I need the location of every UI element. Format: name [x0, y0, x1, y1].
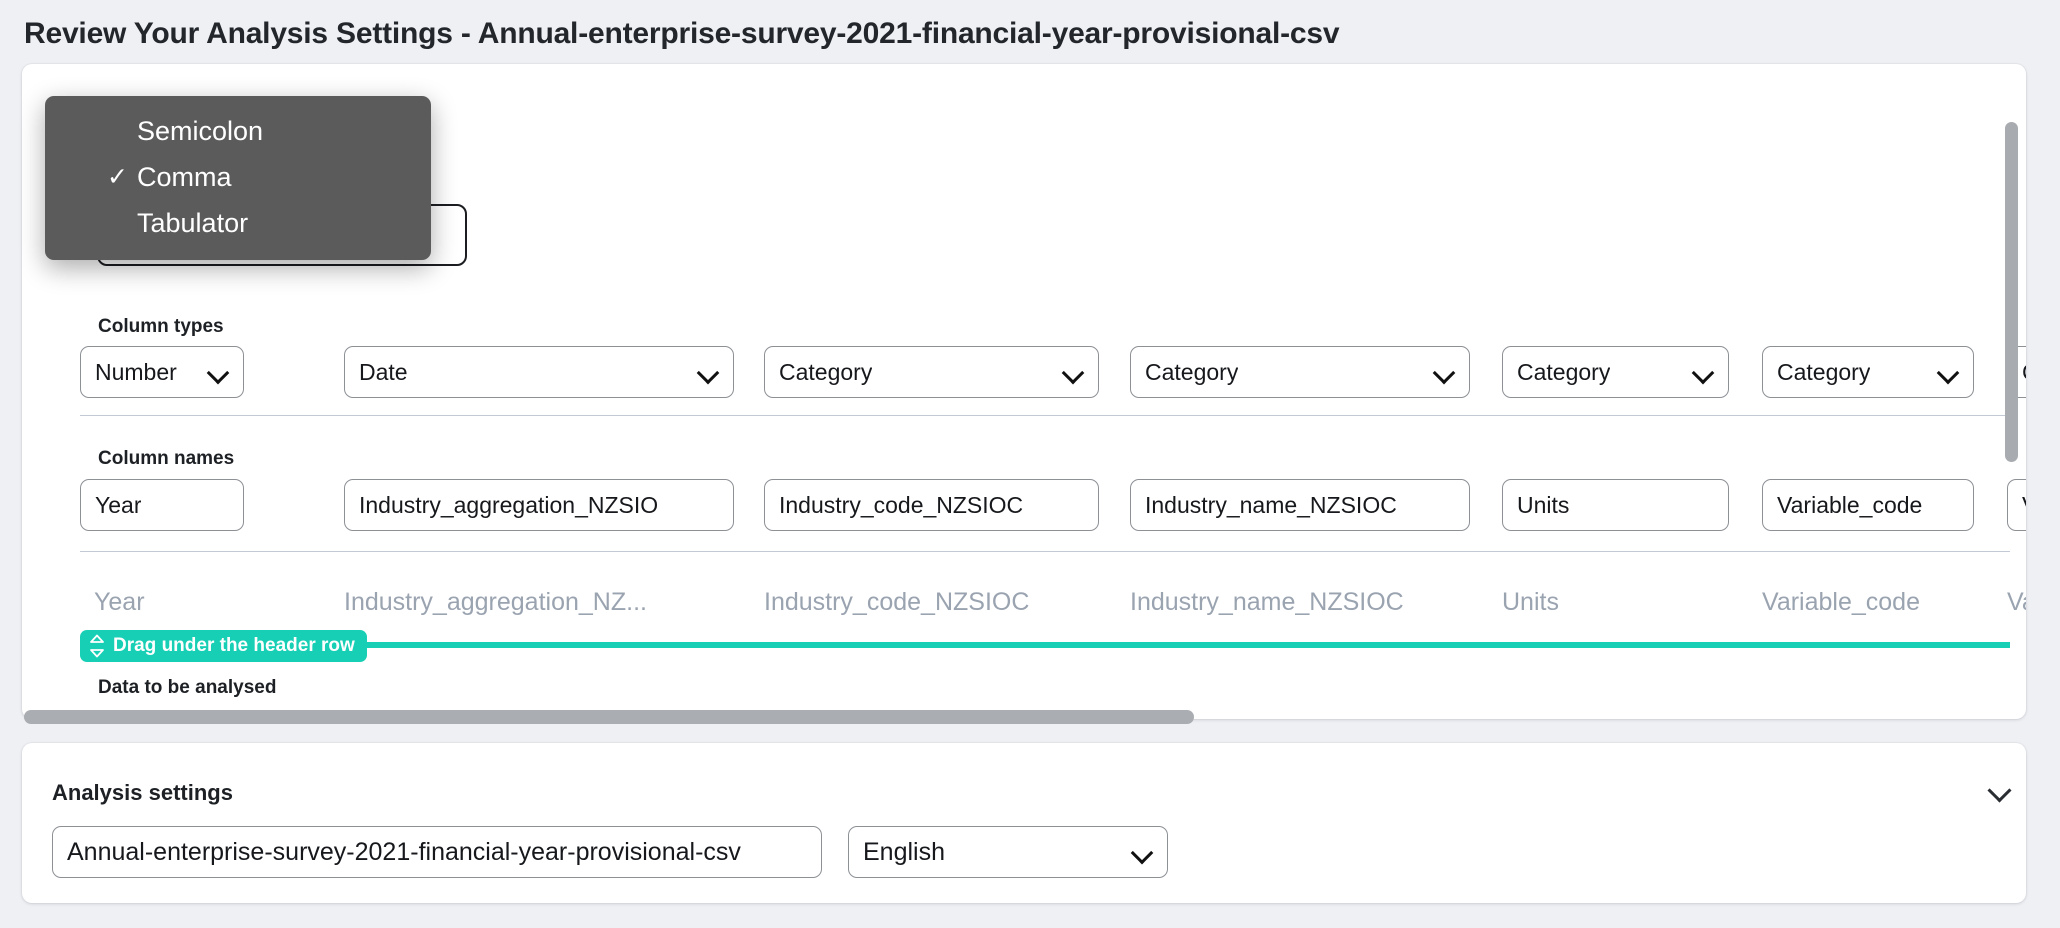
column-name-value-6: Variable_code [1777, 491, 1923, 518]
table-header-cell-1: Year [94, 588, 145, 616]
divider-types [80, 415, 2010, 416]
delimiter-dropdown-menu[interactable]: Semicolon ✓ Comma Tabulator [45, 96, 431, 260]
app-root: Review Your Analysis Settings - Annual-e… [0, 0, 2060, 928]
analysis-name-value: Annual-enterprise-survey-2021-financial-… [67, 837, 741, 866]
menu-item-label-semicolon: Semicolon [137, 116, 264, 146]
column-name-input-4[interactable]: Industry_name_NZSIOC [1130, 479, 1470, 531]
column-type-value-5: Category [1517, 358, 1611, 385]
chevron-down-icon [1433, 361, 1455, 383]
chevron-down-icon [1131, 841, 1153, 863]
chevron-down-icon [1062, 361, 1084, 383]
chevron-down-icon [697, 361, 719, 383]
chevron-down-icon [1692, 361, 1714, 383]
column-name-value-4: Industry_name_NZSIOC [1145, 491, 1397, 518]
divider-names [80, 551, 2010, 552]
column-names-label: Column names [98, 448, 235, 469]
table-header-cell-3: Industry_code_NZSIOC [764, 588, 1030, 616]
language-select[interactable]: English [848, 826, 1168, 878]
column-type-value-1: Number [95, 358, 177, 385]
chevron-down-icon [207, 361, 229, 383]
drag-header-row-label: Drag under the header row [113, 635, 355, 656]
column-name-input-2[interactable]: Industry_aggregation_NZSIO [344, 479, 734, 531]
column-type-select-5[interactable]: Category [1502, 346, 1729, 398]
data-to-be-analysed-label: Data to be analysed [98, 677, 277, 698]
header-row-divider[interactable] [80, 642, 2010, 648]
analysis-settings-title: Analysis settings [52, 780, 233, 805]
chevron-down-icon [1937, 361, 1959, 383]
menu-item-label-comma: Comma [137, 162, 232, 192]
column-type-value-7: Category [2022, 359, 2026, 386]
table-header-cell-6: Variable_code [1762, 588, 1920, 616]
column-type-value-4: Category [1145, 358, 1239, 385]
column-type-select-6[interactable]: Category [1762, 346, 1974, 398]
table-header-cell-5: Units [1502, 588, 1559, 616]
page-title: Review Your Analysis Settings - Annual-e… [24, 17, 1340, 50]
vertical-scrollbar-thumb[interactable] [2005, 122, 2018, 462]
menu-item-label-tabulator: Tabulator [137, 208, 249, 238]
column-types-label: Column types [98, 316, 224, 337]
column-type-value-3: Category [779, 358, 873, 385]
drag-header-row-handle[interactable]: Drag under the header row [80, 630, 367, 662]
menu-item-tabulator[interactable]: Tabulator [45, 200, 431, 246]
column-name-input-5[interactable]: Units [1502, 479, 1729, 531]
chevron-down-icon[interactable] [1988, 780, 2014, 802]
column-name-value-1: Year [95, 491, 142, 518]
menu-item-comma[interactable]: ✓ Comma [45, 154, 431, 200]
column-name-input-3[interactable]: Industry_code_NZSIOC [764, 479, 1099, 531]
analysis-settings-card [22, 743, 2026, 903]
column-type-select-4[interactable]: Category [1130, 346, 1470, 398]
column-name-input-1[interactable]: Year [80, 479, 244, 531]
column-name-input-6[interactable]: Variable_code [1762, 479, 1974, 531]
column-type-value-2: Date [359, 358, 408, 385]
table-header-cell-2: Industry_aggregation_NZ... [344, 588, 647, 616]
drag-vertical-icon [90, 634, 104, 658]
column-name-value-7: Va [2022, 492, 2026, 519]
check-icon: ✓ [107, 163, 128, 191]
column-name-value-3: Industry_code_NZSIOC [779, 491, 1024, 518]
column-type-value-6: Category [1777, 358, 1871, 385]
column-name-value-5: Units [1517, 491, 1570, 518]
column-type-select-2[interactable]: Date [344, 346, 734, 398]
table-header-cell-4: Industry_name_NZSIOC [1130, 588, 1404, 616]
column-type-select-1[interactable]: Number [80, 346, 244, 398]
column-name-value-2: Industry_aggregation_NZSIO [359, 491, 659, 518]
analysis-name-input[interactable]: Annual-enterprise-survey-2021-financial-… [52, 826, 822, 878]
menu-item-semicolon[interactable]: Semicolon [45, 108, 431, 154]
language-value: English [863, 837, 945, 866]
column-type-select-3[interactable]: Category [764, 346, 1099, 398]
horizontal-scrollbar-thumb[interactable] [24, 710, 1194, 724]
